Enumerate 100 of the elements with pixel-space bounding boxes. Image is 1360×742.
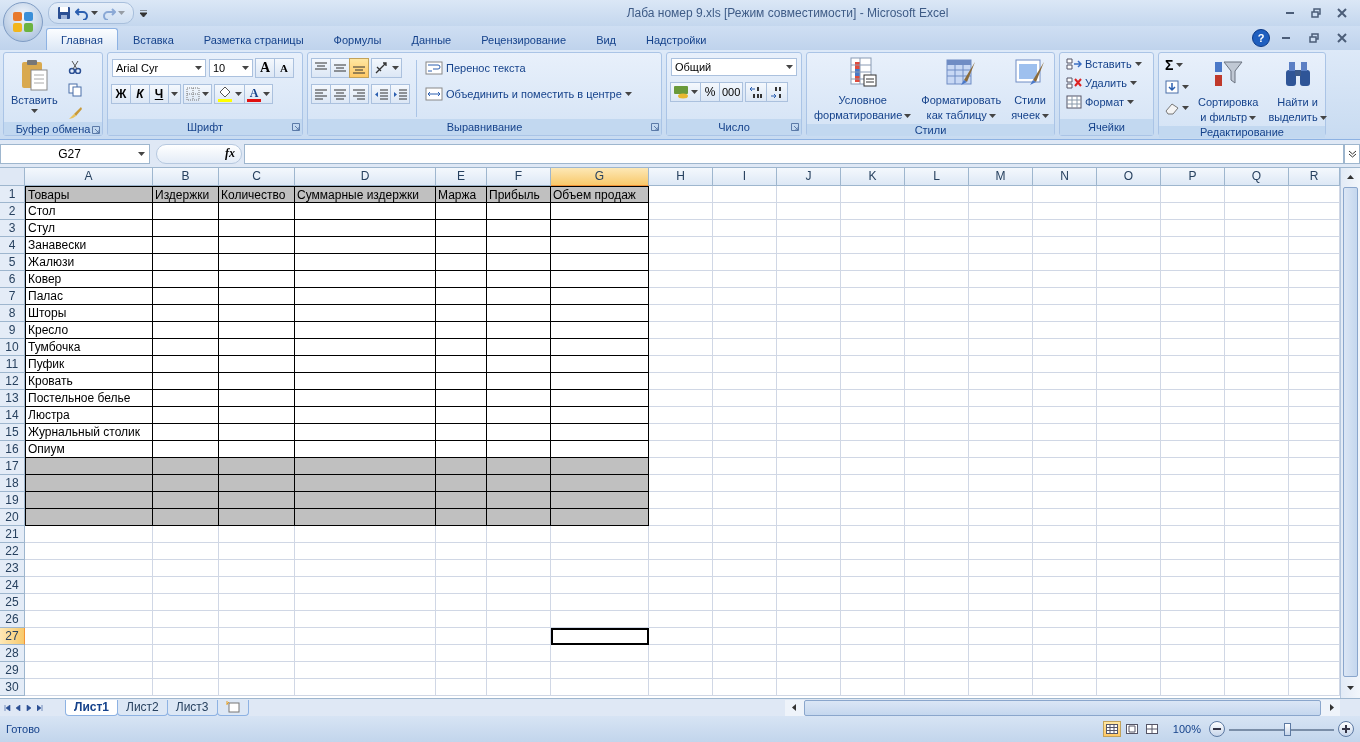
column-header[interactable]: J <box>777 168 841 186</box>
horizontal-align-button[interactable] <box>311 84 331 104</box>
row-header[interactable]: 7 <box>0 288 25 305</box>
sheet-cell[interactable] <box>219 458 295 475</box>
ribbon-tab[interactable]: Данные <box>396 28 467 50</box>
fill-color-button[interactable] <box>214 84 245 104</box>
sheet-cell[interactable] <box>153 407 219 424</box>
sheet-cell[interactable] <box>219 254 295 271</box>
paste-button[interactable]: Вставить <box>8 56 61 122</box>
sheet-cell[interactable] <box>551 288 649 305</box>
selected-cell[interactable] <box>551 628 649 645</box>
sheet-cell[interactable]: Стул <box>25 220 153 237</box>
sheet-cell[interactable] <box>487 322 551 339</box>
decrease-decimal-button[interactable] <box>766 82 789 102</box>
vertical-align-button[interactable] <box>349 58 369 78</box>
sheet-cell[interactable] <box>436 203 487 220</box>
horizontal-align-button[interactable] <box>349 84 369 104</box>
sheet-cell[interactable]: Издержки <box>153 186 219 203</box>
sheet-cell[interactable]: Занавески <box>25 237 153 254</box>
row-header[interactable]: 12 <box>0 373 25 390</box>
row-header[interactable]: 16 <box>0 441 25 458</box>
sheet-cell[interactable] <box>436 254 487 271</box>
sheet-cell[interactable] <box>295 271 436 288</box>
increase-indent-button[interactable] <box>390 84 410 104</box>
row-header[interactable]: 20 <box>0 509 25 526</box>
sheet-cell[interactable] <box>153 390 219 407</box>
sheet-cell[interactable] <box>219 424 295 441</box>
column-header[interactable]: R <box>1289 168 1340 186</box>
row-header[interactable]: 11 <box>0 356 25 373</box>
column-header[interactable]: G <box>551 168 649 186</box>
sheet-cell[interactable]: Суммарные издержки <box>295 186 436 203</box>
sheet-cell[interactable]: Постельное белье <box>25 390 153 407</box>
sheet-cell[interactable] <box>25 475 153 492</box>
sheet-cell[interactable] <box>295 305 436 322</box>
sheet-cell[interactable] <box>25 509 153 526</box>
sheet-cell[interactable] <box>551 237 649 254</box>
cells-button[interactable]: Вставить <box>1064 56 1149 72</box>
thousands-button[interactable]: 000 <box>719 82 744 102</box>
vertical-align-button[interactable] <box>330 58 350 78</box>
row-header[interactable]: 10 <box>0 339 25 356</box>
sheet-cell[interactable] <box>487 475 551 492</box>
sheet-cell[interactable] <box>219 356 295 373</box>
row-header[interactable]: 4 <box>0 237 25 254</box>
ribbon-tab[interactable]: Рецензирование <box>466 28 582 50</box>
sheet-cell[interactable] <box>219 492 295 509</box>
sheet-cell[interactable]: Ковер <box>25 271 153 288</box>
increase-decimal-button[interactable] <box>745 82 768 102</box>
sheet-tab[interactable]: Лист2 <box>117 699 168 716</box>
sheet-cell[interactable] <box>295 458 436 475</box>
column-header[interactable]: O <box>1097 168 1161 186</box>
office-button[interactable] <box>3 2 43 42</box>
shrink-font-button[interactable]: A <box>274 58 294 78</box>
sheet-cell[interactable] <box>436 271 487 288</box>
sheet-nav-button[interactable] <box>37 704 44 711</box>
sheet-cell[interactable] <box>219 203 295 220</box>
dialog-launcher-icon[interactable] <box>791 123 799 131</box>
autosum-button[interactable]: Σ <box>1163 56 1191 74</box>
vertical-scrollbar[interactable] <box>1340 168 1360 698</box>
cells-button[interactable]: Формат <box>1064 94 1149 110</box>
sheet-cell[interactable] <box>487 339 551 356</box>
sheet-cell[interactable]: Кровать <box>25 373 153 390</box>
sheet-cell[interactable] <box>153 356 219 373</box>
editing-button[interactable]: Найти и выделить <box>1265 56 1330 126</box>
sheet-cell[interactable] <box>153 220 219 237</box>
row-header[interactable]: 9 <box>0 322 25 339</box>
sheet-nav-button[interactable] <box>26 704 33 711</box>
sheet-cell[interactable] <box>153 373 219 390</box>
sheet-cell[interactable] <box>25 492 153 509</box>
ribbon-tab[interactable]: Разметка страницы <box>188 28 319 50</box>
row-header[interactable]: 21 <box>0 526 25 543</box>
ribbon-tab[interactable]: Главная <box>46 28 118 50</box>
sheet-cell[interactable] <box>153 237 219 254</box>
underline-dropdown[interactable] <box>168 84 181 104</box>
style-button[interactable]: Стили ячеек <box>1008 54 1052 124</box>
ribbon-tab[interactable]: Формулы <box>318 28 397 50</box>
sheet-tab[interactable]: Лист3 <box>166 699 218 716</box>
row-header[interactable]: 1 <box>0 186 25 203</box>
sheet-cell[interactable] <box>295 203 436 220</box>
row-header[interactable]: 29 <box>0 662 25 679</box>
sheet-cell[interactable] <box>219 373 295 390</box>
sheet-cell[interactable] <box>487 305 551 322</box>
sheet-cell[interactable] <box>219 475 295 492</box>
sheet-cell[interactable] <box>219 237 295 254</box>
sheet-cell[interactable] <box>219 509 295 526</box>
sheet-cell[interactable] <box>436 288 487 305</box>
sheet-cell[interactable] <box>436 492 487 509</box>
sheet-cell[interactable]: Тумбочка <box>25 339 153 356</box>
merge-center-button[interactable]: Объединить и поместить в центре <box>423 86 634 102</box>
sheet-cell[interactable] <box>219 339 295 356</box>
sheet-cell[interactable] <box>436 407 487 424</box>
sheet-cell[interactable]: Пуфик <box>25 356 153 373</box>
wrap-text-button[interactable]: Перенос текста <box>423 60 634 76</box>
sheet-cell[interactable] <box>487 203 551 220</box>
sheet-cell[interactable] <box>153 475 219 492</box>
sheet-tab[interactable]: Лист1 <box>65 699 119 716</box>
sheet-cell[interactable]: Люстра <box>25 407 153 424</box>
sheet-cell[interactable] <box>487 390 551 407</box>
sheet-cell[interactable] <box>295 475 436 492</box>
scroll-thumb[interactable] <box>1343 187 1358 677</box>
horizontal-align-button[interactable] <box>330 84 350 104</box>
